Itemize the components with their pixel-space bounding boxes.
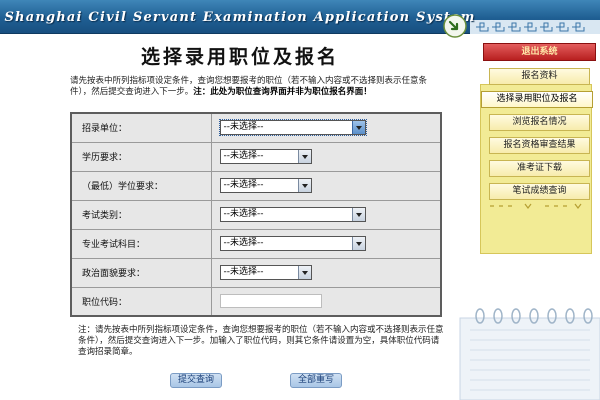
exam-subject-select[interactable]: --未选择--	[219, 236, 366, 251]
label-position-code: 职位代码：	[70, 286, 212, 317]
select-arrow-icon[interactable]	[297, 179, 311, 192]
arrow-return-icon[interactable]	[443, 14, 467, 38]
select-arrow-icon[interactable]	[351, 237, 365, 250]
sidebar-item-written-score[interactable]: 笔试成绩查询	[489, 183, 590, 200]
form-row-political-status: 政治面貌要求： --未选择--	[70, 257, 442, 288]
select-arrow-icon[interactable]	[297, 266, 311, 279]
education-value: --未选择--	[223, 151, 264, 161]
form-row-recruiting-unit: 招录单位： --未选择--	[70, 112, 442, 143]
exam-subject-value: --未选择--	[223, 238, 264, 248]
bottom-note: 注：请先按表中所列指标项设定条件，查询您想要报考的职位（若不输入内容或不选择则表…	[78, 325, 444, 357]
select-arrow-icon[interactable]	[297, 150, 311, 163]
sidebar-item-select-position[interactable]: 选择录用职位及报名	[481, 91, 593, 108]
form-row-exam-category: 考试类别： --未选择--	[70, 199, 442, 230]
exam-category-value: --未选择--	[223, 209, 264, 219]
form-row-position-code: 职位代码：	[70, 286, 442, 317]
label-degree: （最低）学位要求：	[70, 170, 212, 201]
exam-category-select[interactable]: --未选择--	[219, 207, 366, 222]
sidebar-item-admission-ticket[interactable]: 准考证下载	[489, 160, 590, 177]
intro-warning: 注：此处为职位查询界面并非为职位报名界面！	[193, 87, 372, 97]
label-exam-category: 考试类别：	[70, 199, 212, 230]
political-status-select[interactable]: --未选择--	[219, 265, 312, 280]
reset-all-button[interactable]: 全部重写	[290, 373, 342, 388]
form-row-degree: （最低）学位要求： --未选择--	[70, 170, 442, 201]
header-bar: Shanghai Civil Servant Examination Appli…	[0, 0, 600, 34]
form-row-education: 学历要求： --未选择--	[70, 141, 442, 172]
recruiting-unit-select[interactable]: --未选择--	[218, 119, 367, 137]
exit-system-button[interactable]: 退出系统	[483, 43, 596, 61]
degree-value: --未选择--	[223, 180, 264, 190]
recruiting-unit-value: --未选择--	[223, 122, 264, 133]
education-select[interactable]: --未选择--	[219, 149, 312, 164]
label-exam-subject: 专业考试科目：	[70, 228, 212, 259]
label-recruiting-unit: 招录单位：	[70, 112, 212, 143]
sidebar-item-qualification-result[interactable]: 报名资格审查结果	[489, 137, 590, 154]
submit-query-button[interactable]: 提交查询	[170, 373, 222, 388]
position-code-input[interactable]	[219, 294, 322, 309]
sidebar-decoration	[490, 203, 582, 209]
intro-text: 请先按表中所列指标项设定条件，查询您想要报考的职位（若不输入内容或不选择则表示任…	[70, 76, 442, 98]
sidebar-item-application-info[interactable]: 报名资料	[489, 68, 590, 85]
select-arrow-icon[interactable]	[351, 121, 365, 135]
notebook-decoration	[459, 308, 600, 400]
political-status-value: --未选择--	[223, 267, 264, 277]
job-query-form: 招录单位： --未选择-- 学历要求： --未选择-- （最低）学位要求： --…	[70, 112, 442, 317]
label-political-status: 政治面貌要求：	[70, 257, 212, 288]
degree-select[interactable]: --未选择--	[219, 178, 312, 193]
page-title: 选择录用职位及报名	[140, 46, 339, 68]
system-title: Shanghai Civil Servant Examination Appli…	[4, 10, 476, 25]
sidebar-item-browse-status[interactable]: 浏览报名情况	[489, 114, 590, 131]
select-arrow-icon[interactable]	[351, 208, 365, 221]
label-education: 学历要求：	[70, 141, 212, 172]
form-row-exam-subject: 专业考试科目： --未选择--	[70, 228, 442, 259]
